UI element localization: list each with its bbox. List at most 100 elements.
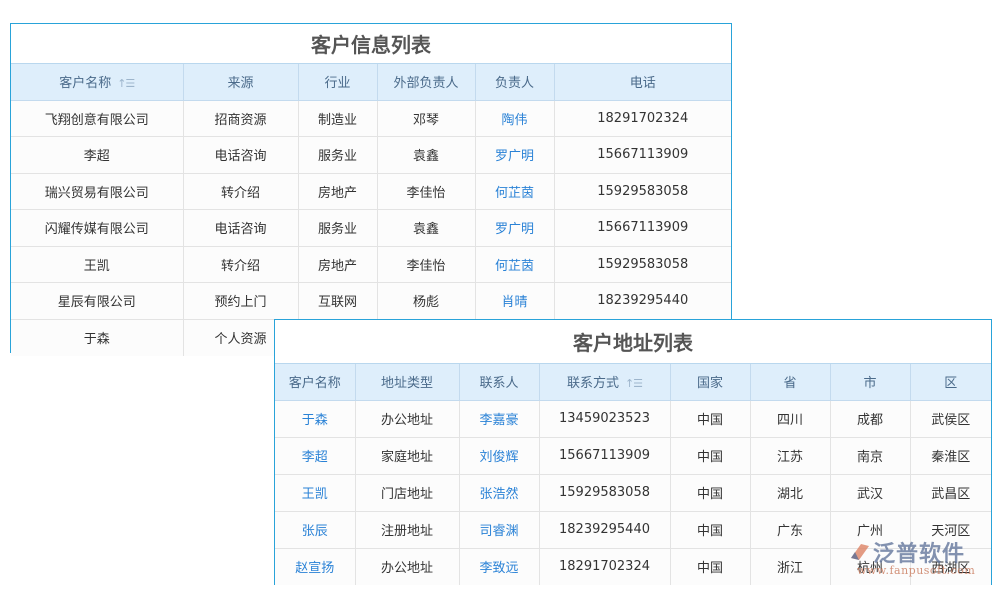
cell-customer-name-link[interactable]: 李超 bbox=[275, 437, 356, 475]
cell-country: 中国 bbox=[670, 437, 751, 475]
column-header-contact-method[interactable]: 联系方式 ↑☰ bbox=[539, 364, 671, 401]
cell-industry: 互联网 bbox=[298, 282, 378, 320]
cell-customer-name: 瑞兴贸易有限公司 bbox=[11, 173, 184, 210]
cell-district: 天河区 bbox=[910, 511, 991, 549]
column-header-owner[interactable]: 负责人 bbox=[475, 64, 555, 101]
table-row[interactable]: 飞翔创意有限公司 招商资源 制造业 邓琴 陶伟 18291702324 bbox=[11, 100, 731, 137]
cell-contact-link[interactable]: 司睿渊 bbox=[459, 511, 540, 549]
cell-address-type: 办公地址 bbox=[355, 548, 460, 585]
cell-contact-link[interactable]: 李嘉豪 bbox=[459, 400, 540, 438]
cell-customer-name-link[interactable]: 赵宣扬 bbox=[275, 548, 356, 585]
cell-industry: 房地产 bbox=[298, 246, 378, 283]
column-header-customer-name[interactable]: 客户名称 bbox=[275, 364, 356, 401]
cell-external-owner: 袁鑫 bbox=[377, 209, 476, 247]
table-row[interactable]: 赵宣扬 办公地址 李致远 18291702324 中国 浙江 杭州 西湖区 bbox=[275, 548, 991, 585]
cell-phone: 18239295440 bbox=[554, 282, 731, 320]
customer-address-title: 客户地址列表 bbox=[275, 320, 991, 364]
customer-address-table: 客户名称 地址类型 联系人 联系方式 ↑☰ 国家 省 市 区 于森 办公地址 李嘉豪 1… bbox=[275, 364, 991, 585]
table-row[interactable]: 星辰有限公司 预约上门 互联网 杨彪 肖晴 18239295440 bbox=[11, 282, 731, 320]
cell-district: 秦淮区 bbox=[910, 437, 991, 475]
table-row[interactable]: 李超 家庭地址 刘俊辉 15667113909 中国 江苏 南京 秦淮区 bbox=[275, 437, 991, 475]
cell-external-owner: 杨彪 bbox=[377, 282, 476, 320]
cell-industry: 服务业 bbox=[298, 136, 378, 174]
customer-address-panel: 客户地址列表 客户名称 地址类型 联系人 联系方式 ↑☰ 国家 省 市 区 于森办… bbox=[274, 319, 992, 585]
cell-contact-method: 15929583058 bbox=[539, 474, 671, 512]
cell-phone: 15667113909 bbox=[554, 136, 731, 174]
table-row[interactable]: 闪耀传媒有限公司 电话咨询 服务业 袁鑫 罗广明 15667113909 bbox=[11, 209, 731, 247]
column-header-address-type[interactable]: 地址类型 bbox=[355, 364, 460, 401]
cell-address-type: 家庭地址 bbox=[355, 437, 460, 475]
column-header-city[interactable]: 市 bbox=[830, 364, 911, 401]
sort-icon[interactable]: ↑☰ bbox=[625, 377, 643, 390]
cell-source: 电话咨询 bbox=[183, 209, 299, 247]
cell-external-owner: 李佳怡 bbox=[377, 173, 476, 210]
sort-icon[interactable]: ↑☰ bbox=[117, 77, 135, 90]
cell-district: 西湖区 bbox=[910, 548, 991, 585]
cell-city: 武汉 bbox=[830, 474, 911, 512]
column-header-province[interactable]: 省 bbox=[750, 364, 831, 401]
cell-owner-link[interactable]: 罗广明 bbox=[475, 209, 555, 247]
cell-owner-link[interactable]: 何芷茵 bbox=[475, 173, 555, 210]
cell-industry: 制造业 bbox=[298, 100, 378, 137]
cell-district: 武侯区 bbox=[910, 400, 991, 438]
column-header-external-owner[interactable]: 外部负责人 bbox=[377, 64, 476, 101]
column-header-phone[interactable]: 电话 bbox=[554, 64, 731, 101]
cell-contact-link[interactable]: 李致远 bbox=[459, 548, 540, 585]
cell-external-owner: 袁鑫 bbox=[377, 136, 476, 174]
cell-owner-link[interactable]: 陶伟 bbox=[475, 100, 555, 137]
cell-phone: 18291702324 bbox=[554, 100, 731, 137]
cell-city: 成都 bbox=[830, 400, 911, 438]
table-row[interactable]: 瑞兴贸易有限公司 转介绍 房地产 李佳怡 何芷茵 15929583058 bbox=[11, 173, 731, 210]
cell-contact-method: 18291702324 bbox=[539, 548, 671, 585]
cell-country: 中国 bbox=[670, 548, 751, 585]
cell-customer-name-link[interactable]: 王凯 bbox=[275, 474, 356, 512]
cell-external-owner: 邓琴 bbox=[377, 100, 476, 137]
cell-country: 中国 bbox=[670, 511, 751, 549]
table-row[interactable]: 李超 电话咨询 服务业 袁鑫 罗广明 15667113909 bbox=[11, 136, 731, 174]
cell-source: 招商资源 bbox=[183, 100, 299, 137]
cell-customer-name: 王凯 bbox=[11, 246, 184, 283]
cell-external-owner: 李佳怡 bbox=[377, 246, 476, 283]
column-header-source[interactable]: 来源 bbox=[183, 64, 299, 101]
cell-customer-name-link[interactable]: 张辰 bbox=[275, 511, 356, 549]
cell-industry: 房地产 bbox=[298, 173, 378, 210]
table-header-row: 客户名称 地址类型 联系人 联系方式 ↑☰ 国家 省 市 区 bbox=[275, 364, 991, 401]
cell-industry: 服务业 bbox=[298, 209, 378, 247]
cell-customer-name: 李超 bbox=[11, 136, 184, 174]
cell-country: 中国 bbox=[670, 400, 751, 438]
column-header-customer-name[interactable]: 客户名称 ↑☰ bbox=[11, 64, 184, 101]
cell-district: 武昌区 bbox=[910, 474, 991, 512]
cell-owner-link[interactable]: 何芷茵 bbox=[475, 246, 555, 283]
column-header-country[interactable]: 国家 bbox=[670, 364, 751, 401]
column-header-district[interactable]: 区 bbox=[910, 364, 991, 401]
cell-contact-method: 13459023523 bbox=[539, 400, 671, 438]
cell-owner-link[interactable]: 肖晴 bbox=[475, 282, 555, 320]
cell-province: 四川 bbox=[750, 400, 831, 438]
column-header-contact[interactable]: 联系人 bbox=[459, 364, 540, 401]
cell-city: 广州 bbox=[830, 511, 911, 549]
cell-province: 广东 bbox=[750, 511, 831, 549]
cell-customer-name: 闪耀传媒有限公司 bbox=[11, 209, 184, 247]
cell-source: 转介绍 bbox=[183, 173, 299, 210]
cell-source: 转介绍 bbox=[183, 246, 299, 283]
cell-contact-link[interactable]: 张浩然 bbox=[459, 474, 540, 512]
cell-province: 浙江 bbox=[750, 548, 831, 585]
cell-contact-link[interactable]: 刘俊辉 bbox=[459, 437, 540, 475]
cell-address-type: 办公地址 bbox=[355, 400, 460, 438]
table-row[interactable]: 王凯 门店地址 张浩然 15929583058 中国 湖北 武汉 武昌区 bbox=[275, 474, 991, 512]
table-row[interactable]: 张辰 注册地址 司睿渊 18239295440 中国 广东 广州 天河区 bbox=[275, 511, 991, 549]
column-header-industry[interactable]: 行业 bbox=[298, 64, 378, 101]
cell-province: 湖北 bbox=[750, 474, 831, 512]
cell-city: 南京 bbox=[830, 437, 911, 475]
cell-customer-name: 飞翔创意有限公司 bbox=[11, 100, 184, 137]
table-row[interactable]: 王凯 转介绍 房地产 李佳怡 何芷茵 15929583058 bbox=[11, 246, 731, 283]
table-row[interactable]: 于森 办公地址 李嘉豪 13459023523 中国 四川 成都 武侯区 bbox=[275, 400, 991, 438]
cell-province: 江苏 bbox=[750, 437, 831, 475]
cell-owner-link[interactable]: 罗广明 bbox=[475, 136, 555, 174]
table-header-row: 客户名称 ↑☰ 来源 行业 外部负责人 负责人 电话 bbox=[11, 64, 731, 101]
cell-address-type: 注册地址 bbox=[355, 511, 460, 549]
cell-address-type: 门店地址 bbox=[355, 474, 460, 512]
cell-customer-name-link[interactable]: 于森 bbox=[275, 400, 356, 438]
cell-phone: 15929583058 bbox=[554, 246, 731, 283]
customer-info-table: 客户名称 ↑☰ 来源 行业 外部负责人 负责人 电话 飞翔创意有限公司 招商资源 制造… bbox=[11, 64, 731, 356]
